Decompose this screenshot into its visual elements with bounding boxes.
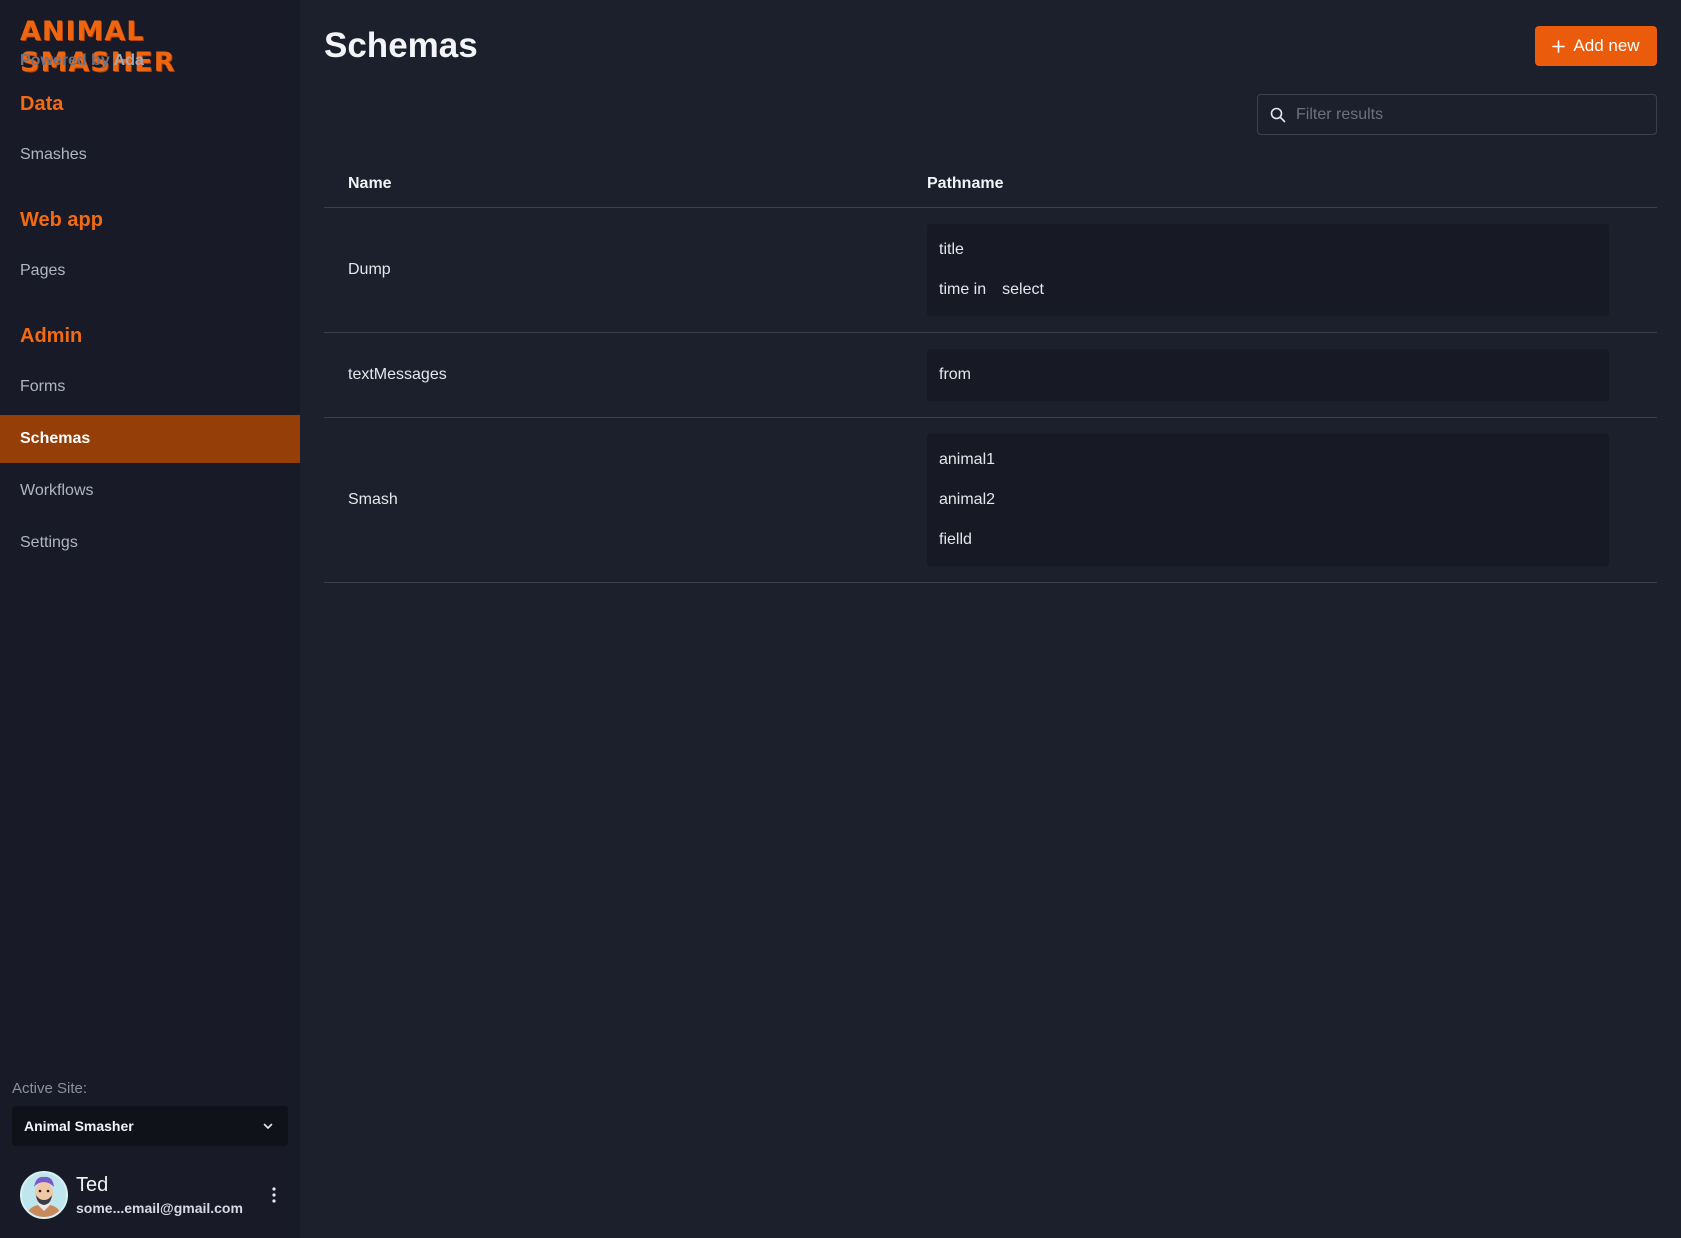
sidebar: ANIMAL SMASHER Powered by Ada Data Smash… — [0, 0, 300, 1238]
more-options-button[interactable] — [264, 1180, 284, 1210]
pathname-part: animal1 — [939, 451, 996, 468]
filter-box — [1257, 94, 1657, 135]
powered-by: Powered by Ada — [20, 52, 144, 70]
user-avatar-icon — [22, 1173, 66, 1217]
schema-name: Smash — [348, 491, 398, 508]
sidebar-item-schemas[interactable]: Schemas — [0, 415, 300, 463]
pathname-item: animal2 — [939, 480, 1597, 520]
pathname-item: fielld — [939, 520, 1597, 560]
schemas-table: Name Pathname Dump title time in select t… — [324, 160, 1657, 583]
powered-by-label: Powered by — [20, 52, 110, 69]
pathname-part: from — [939, 366, 971, 383]
pathname-part: select — [1002, 281, 1044, 298]
pathname-cell: title time in select — [927, 208, 1657, 332]
main-content: Schemas Add new Name Pathname Dump title… — [300, 0, 1681, 1238]
pathname-list: title time in select — [927, 224, 1609, 316]
user-email: some...email@gmail.com — [76, 1200, 243, 1216]
nav-heading-data: Data — [20, 93, 64, 115]
sidebar-item-pages[interactable]: Pages — [0, 247, 300, 295]
kebab-menu-icon — [272, 1187, 276, 1203]
chevron-down-icon — [263, 1123, 273, 1129]
schema-name: Dump — [348, 261, 391, 278]
pathname-item: from — [939, 355, 1597, 395]
pathname-item: title — [939, 230, 1597, 270]
pathname-part: fielld — [939, 531, 972, 548]
sidebar-item-settings[interactable]: Settings — [0, 519, 300, 567]
user-name: Ted — [76, 1174, 109, 1196]
sidebar-item-smashes[interactable]: Smashes — [0, 131, 300, 179]
sidebar-item-workflows[interactable]: Workflows — [0, 467, 300, 515]
pathname-cell: animal1 animal2 fielld — [927, 418, 1657, 582]
powered-by-name: Ada — [113, 52, 144, 69]
sidebar-item-forms[interactable]: Forms — [0, 363, 300, 411]
plus-icon — [1552, 39, 1566, 53]
pathname-part: time in — [939, 281, 987, 298]
schema-name: textMessages — [348, 366, 447, 383]
nav-heading-web-app: Web app — [20, 209, 103, 231]
pathname-list: animal1 animal2 fielld — [927, 434, 1609, 566]
pathname-item: time in select — [939, 270, 1597, 310]
add-new-button[interactable]: Add new — [1535, 26, 1657, 66]
user-text: Ted some...email@gmail.com — [76, 1174, 264, 1216]
user-profile: Ted some...email@gmail.com — [20, 1170, 284, 1220]
table-row[interactable]: Smash animal1 animal2 fielld — [324, 418, 1657, 583]
active-site-label: Active Site: — [12, 1080, 88, 1097]
column-header-pathname[interactable]: Pathname — [927, 175, 1657, 193]
active-site-value: Animal Smasher — [24, 1118, 134, 1134]
nav-heading-admin: Admin — [20, 325, 83, 347]
column-header-name[interactable]: Name — [324, 175, 927, 193]
page-title: Schemas — [324, 26, 478, 65]
table-header: Name Pathname — [324, 160, 1657, 208]
pathname-list: from — [927, 349, 1609, 401]
active-site-select[interactable]: Animal Smasher — [12, 1106, 288, 1146]
table-row[interactable]: Dump title time in select — [324, 208, 1657, 333]
pathname-part: title — [939, 241, 964, 258]
pathname-item: animal1 — [939, 440, 1597, 480]
search-icon — [1270, 107, 1286, 122]
pathname-part: animal2 — [939, 491, 996, 508]
avatar[interactable] — [20, 1171, 68, 1219]
pathname-cell: from — [927, 333, 1657, 417]
table-row[interactable]: textMessages from — [324, 333, 1657, 418]
add-new-label: Add new — [1573, 36, 1640, 55]
filter-input[interactable] — [1296, 105, 1636, 124]
